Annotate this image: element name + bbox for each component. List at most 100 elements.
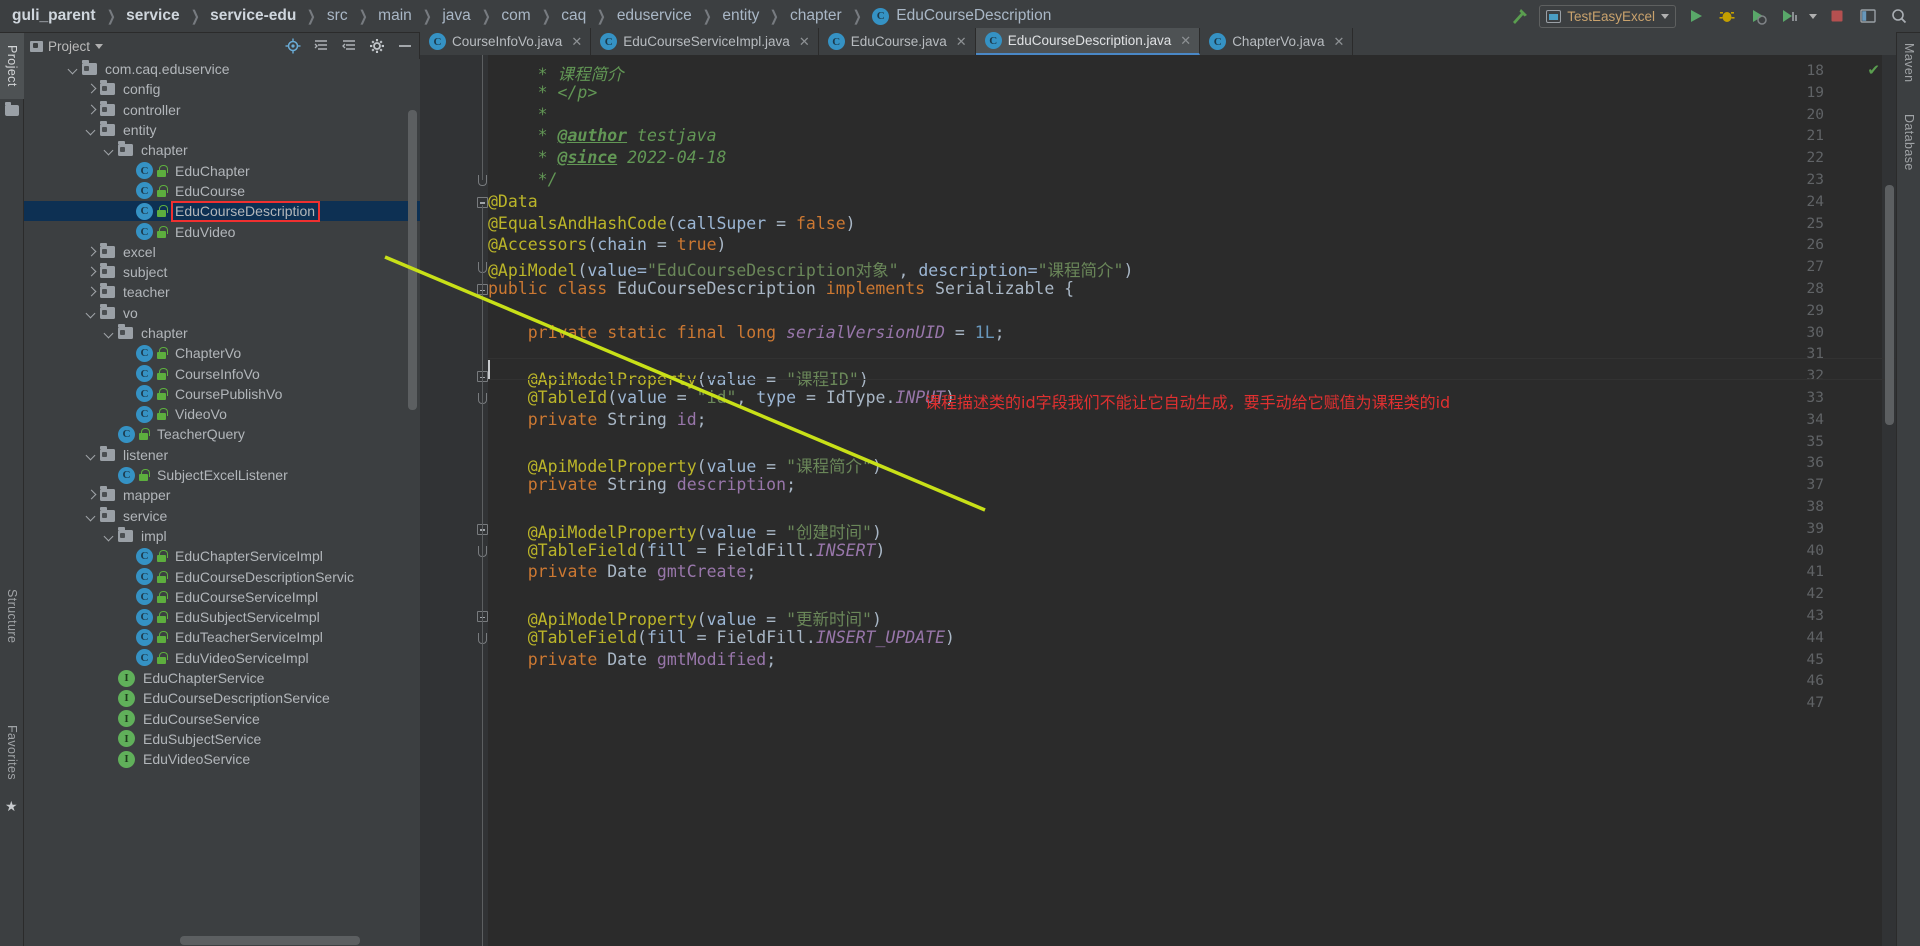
tree-node[interactable]: com.caq.eduservice [24, 59, 420, 79]
chevron-right-icon[interactable] [86, 286, 98, 298]
chevron-down-icon[interactable] [86, 124, 98, 136]
tree-node[interactable]: C EduVideo [24, 221, 420, 241]
chevron-down-icon[interactable] [68, 63, 80, 75]
project-tree-scrollbar[interactable] [408, 110, 417, 410]
chevron-down-icon[interactable] [104, 327, 116, 339]
close-icon[interactable]: ✕ [956, 34, 967, 50]
tree-node[interactable]: C ChapterVo [24, 343, 420, 363]
run-icon[interactable] [1685, 5, 1707, 27]
tree-node[interactable]: C EduCourseDescription [24, 201, 420, 222]
tree-node[interactable]: C EduCourseServiceImpl [24, 587, 420, 607]
run-with-coverage-icon[interactable] [1747, 5, 1769, 27]
tree-node[interactable]: chapter [24, 323, 420, 343]
editor-tab[interactable]: C EduCourse.java ✕ [818, 28, 976, 55]
chevron-down-icon[interactable] [1661, 13, 1669, 19]
chevron-right-icon[interactable] [86, 246, 98, 258]
chevron-down-icon[interactable] [95, 43, 104, 49]
tool-window-database[interactable]: Database [1897, 103, 1920, 181]
tree-node[interactable]: C CoursePublishVo [24, 384, 420, 404]
tree-node[interactable]: C TeacherQuery [24, 424, 420, 444]
tree-node[interactable]: config [24, 79, 420, 99]
close-icon[interactable]: ✕ [799, 34, 810, 50]
breadcrumb-item[interactable]: caq [559, 7, 588, 25]
tree-node[interactable]: service [24, 506, 420, 526]
close-icon[interactable]: ✕ [1180, 33, 1191, 49]
tool-window-maven[interactable]: Maven [1897, 33, 1920, 93]
tree-node[interactable]: impl [24, 526, 420, 546]
tree-node[interactable]: subject [24, 262, 420, 282]
tool-window-project[interactable]: Project [0, 33, 24, 99]
chevron-down-icon[interactable] [86, 510, 98, 522]
breadcrumb-item[interactable]: src [325, 7, 350, 25]
settings-gear-icon[interactable] [369, 38, 385, 54]
tree-node[interactable]: teacher [24, 282, 420, 302]
breadcrumb-item[interactable]: service [124, 7, 181, 25]
hammer-build-icon[interactable] [1508, 5, 1530, 27]
tree-node[interactable]: I EduCourseDescriptionService [24, 688, 420, 708]
tree-node[interactable]: entity [24, 120, 420, 140]
editor-tab[interactable]: C CourseInfoVo.java ✕ [420, 28, 592, 55]
debug-icon[interactable] [1716, 5, 1738, 27]
breadcrumb-item[interactable]: main [376, 7, 414, 25]
editor-vertical-scrollbar[interactable] [1885, 185, 1894, 425]
tool-window-favorites[interactable]: Favorites [0, 713, 24, 793]
hide-panel-icon[interactable] [397, 38, 413, 54]
chevron-right-icon[interactable] [86, 489, 98, 501]
project-panel-title[interactable]: Project [30, 39, 104, 54]
project-tree-hscrollbar[interactable] [180, 936, 360, 945]
tree-node[interactable]: listener [24, 445, 420, 465]
tree-node[interactable]: I EduSubjectService [24, 729, 420, 749]
chevron-down-icon[interactable] [86, 449, 98, 461]
tree-node[interactable]: vo [24, 303, 420, 323]
tree-node[interactable]: excel [24, 242, 420, 262]
chevron-down-icon[interactable] [104, 530, 116, 542]
code-editor[interactable]: ✔ 18 * 课程简介 19 * </p> 20 * 21 * @author tes… [420, 55, 1896, 946]
close-icon[interactable]: ✕ [571, 34, 582, 50]
search-icon[interactable] [1888, 5, 1910, 27]
chevron-right-icon[interactable] [86, 266, 98, 278]
profiler-dropdown-icon[interactable] [1809, 13, 1817, 19]
collapse-all-icon[interactable] [341, 38, 357, 54]
breadcrumb-item[interactable]: service-edu [208, 7, 298, 25]
tree-node[interactable]: C EduCourse [24, 181, 420, 201]
breadcrumb-current-class[interactable]: C EduCourseDescription [870, 7, 1053, 25]
tree-node[interactable]: C EduVideoServiceImpl [24, 648, 420, 668]
layout-icon[interactable] [1857, 5, 1879, 27]
tree-node[interactable]: C EduCourseDescriptionServic [24, 566, 420, 586]
tree-node[interactable]: C VideoVo [24, 404, 420, 424]
breadcrumb-item[interactable]: entity [720, 7, 761, 25]
tree-node[interactable]: mapper [24, 485, 420, 505]
tree-node[interactable]: C EduSubjectServiceImpl [24, 607, 420, 627]
breadcrumb-item[interactable]: chapter [788, 7, 844, 25]
editor-tab[interactable]: C ChapterVo.java ✕ [1200, 28, 1354, 55]
project-tree[interactable]: com.caq.eduservice config controller entity… [24, 59, 420, 946]
profiler-icon[interactable] [1778, 5, 1800, 27]
breadcrumb-item[interactable]: com [499, 7, 532, 25]
tree-node[interactable]: C EduChapter [24, 160, 420, 180]
breadcrumb-item[interactable]: guli_parent [10, 7, 98, 25]
editor-tab[interactable]: C EduCourseServiceImpl.java ✕ [591, 28, 819, 55]
tree-node[interactable]: C SubjectExcelListener [24, 465, 420, 485]
tree-node[interactable]: I EduChapterService [24, 668, 420, 688]
public-lock-icon [138, 428, 150, 441]
chevron-right-icon[interactable] [86, 104, 98, 116]
chevron-down-icon[interactable] [104, 144, 116, 156]
tree-node[interactable]: I EduCourseService [24, 709, 420, 729]
breadcrumb-item[interactable]: java [440, 7, 472, 25]
stop-icon[interactable] [1826, 5, 1848, 27]
chevron-right-icon[interactable] [86, 83, 98, 95]
tree-node[interactable]: C CourseInfoVo [24, 363, 420, 383]
locate-icon[interactable] [285, 38, 301, 54]
tool-window-structure[interactable]: Structure [0, 575, 24, 657]
tree-node[interactable]: I EduVideoService [24, 749, 420, 769]
editor-tab[interactable]: C EduCourseDescription.java ✕ [975, 28, 1201, 55]
tree-node[interactable]: controller [24, 100, 420, 120]
chevron-down-icon[interactable] [86, 307, 98, 319]
run-configuration-selector[interactable]: TestEasyExcel [1539, 4, 1676, 28]
breadcrumb-item[interactable]: eduservice [615, 7, 694, 25]
close-icon[interactable]: ✕ [1334, 34, 1345, 50]
tree-node[interactable]: chapter [24, 140, 420, 160]
tree-node[interactable]: C EduChapterServiceImpl [24, 546, 420, 566]
expand-all-icon[interactable] [313, 38, 329, 54]
tree-node[interactable]: C EduTeacherServiceImpl [24, 627, 420, 647]
